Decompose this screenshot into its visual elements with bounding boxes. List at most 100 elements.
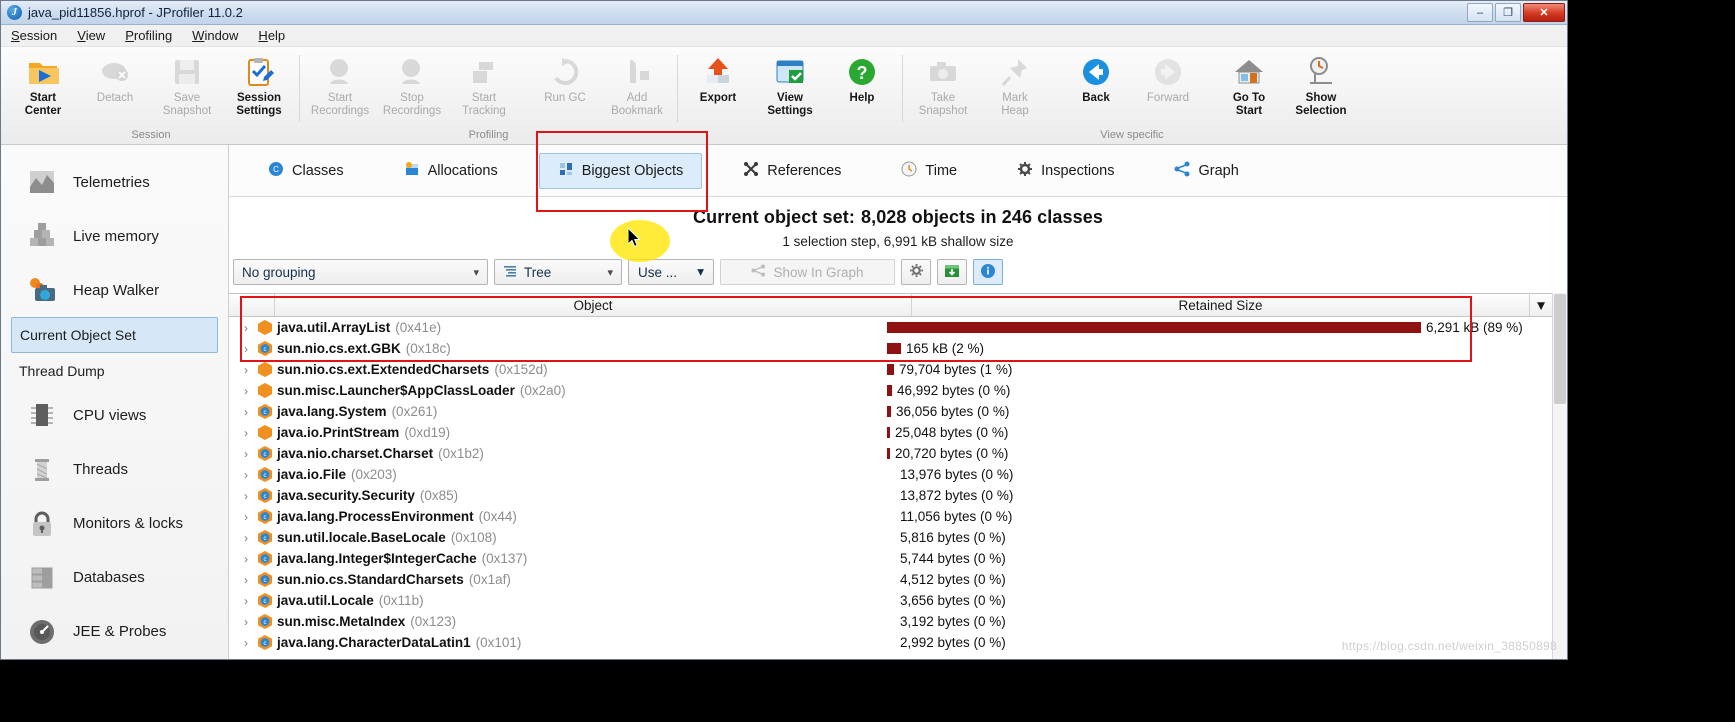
expand-twisty-icon[interactable]: › bbox=[239, 468, 253, 482]
table-row[interactable]: › c sun.nio.cs.StandardCharsets (0x1af) 4,5… bbox=[229, 569, 1552, 590]
export-label: Export bbox=[699, 92, 737, 104]
table-row[interactable]: › c java.util.Locale (0x11b) 3,656 bytes (0… bbox=[229, 590, 1552, 611]
expand-twisty-icon[interactable]: › bbox=[239, 426, 253, 440]
object-id: (0x18c) bbox=[405, 341, 451, 356]
back-button[interactable]: Back bbox=[1060, 53, 1132, 105]
expand-twisty-icon[interactable]: › bbox=[239, 573, 253, 587]
sidebar-item-heap-walker[interactable]: Heap Walker bbox=[1, 263, 228, 317]
use-button[interactable]: Use ... ▾ bbox=[628, 259, 714, 285]
tab-graph[interactable]: Graph bbox=[1155, 153, 1257, 189]
table-cell-object: › c java.lang.Integer$IntegerCache (0x137) bbox=[229, 551, 887, 566]
table-row[interactable]: › c java.security.Security (0x85) 13,872 by… bbox=[229, 485, 1552, 506]
menu-window[interactable]: Window bbox=[192, 28, 238, 43]
vertical-scrollbar[interactable] bbox=[1552, 293, 1567, 659]
tab-inspections[interactable]: Inspections bbox=[998, 153, 1133, 189]
close-button[interactable]: ✕ bbox=[1523, 3, 1565, 22]
table-row[interactable]: › sun.misc.Launcher$AppClassLoader (0x2a0… bbox=[229, 380, 1552, 401]
instance-icon bbox=[258, 362, 272, 377]
sidebar-item-databases[interactable]: Databases bbox=[1, 551, 228, 605]
expand-twisty-icon[interactable]: › bbox=[239, 384, 253, 398]
view-settings-button[interactable]: View Settings bbox=[754, 53, 826, 117]
retained-size-text: 5,816 bytes (0 %) bbox=[900, 530, 1006, 545]
expand-twisty-icon[interactable]: › bbox=[239, 405, 253, 419]
retained-size-text: 3,192 bytes (0 %) bbox=[900, 614, 1006, 629]
expand-twisty-icon[interactable]: › bbox=[239, 447, 253, 461]
class-icon: c bbox=[258, 488, 272, 503]
expand-twisty-icon[interactable]: › bbox=[239, 636, 253, 650]
sidebar-item-current-object-set[interactable]: Current Object Set bbox=[11, 317, 218, 353]
table-header-object[interactable]: Object bbox=[275, 294, 912, 316]
view-mode-select[interactable]: Tree ▾ bbox=[494, 259, 622, 285]
maximize-button[interactable]: ❐ bbox=[1495, 3, 1521, 22]
scrollbar-thumb[interactable] bbox=[1554, 294, 1566, 404]
object-id: (0x123) bbox=[410, 614, 457, 629]
sidebar-item-cpu-views[interactable]: CPU views bbox=[1, 388, 228, 442]
object-name: java.nio.charset.Charset bbox=[277, 446, 434, 461]
object-id: (0x203) bbox=[351, 467, 397, 482]
instance-icon bbox=[258, 320, 272, 335]
show-selection-button[interactable]: Show Selection bbox=[1285, 53, 1357, 117]
info-button[interactable] bbox=[973, 259, 1003, 285]
menu-profiling[interactable]: Profiling bbox=[125, 28, 172, 43]
start-center-button[interactable]: Start Center bbox=[7, 53, 79, 117]
table-row[interactable]: › c java.io.File (0x203) 13,976 bytes (0 %) bbox=[229, 464, 1552, 485]
settings-button[interactable] bbox=[901, 259, 931, 285]
toolbar-group-view-specific-label: View specific bbox=[1100, 129, 1164, 141]
table-row[interactable]: › c sun.util.locale.BaseLocale (0x108) 5,81… bbox=[229, 527, 1552, 548]
session-settings-button[interactable]: Session Settings bbox=[223, 53, 295, 117]
sidebar-label-threads: Threads bbox=[73, 461, 129, 479]
sidebar-item-monitors-locks[interactable]: Monitors & locks bbox=[1, 497, 228, 551]
expand-twisty-icon[interactable]: › bbox=[239, 363, 253, 377]
go-to-start-button[interactable]: Go To Start bbox=[1213, 53, 1285, 117]
help-button[interactable]: ? Help bbox=[826, 53, 898, 105]
table-row[interactable]: › c java.nio.charset.Charset (0x1b2) 20,720… bbox=[229, 443, 1552, 464]
sidebar-item-live-memory[interactable]: Live memory bbox=[1, 209, 228, 263]
retained-size-bar bbox=[887, 343, 901, 354]
go-to-start-label: Go To Start bbox=[1232, 92, 1266, 117]
expand-twisty-icon[interactable]: › bbox=[239, 615, 253, 629]
table-row[interactable]: › c java.lang.Integer$IntegerCache (0x137)… bbox=[229, 548, 1552, 569]
table-row[interactable]: › c sun.misc.MetaIndex (0x123) 3,192 bytes … bbox=[229, 611, 1552, 632]
table-row[interactable]: › sun.nio.cs.ext.ExtendedCharsets (0x152d… bbox=[229, 359, 1552, 380]
table-row[interactable]: › c java.lang.System (0x261) 36,056 bytes (… bbox=[229, 401, 1552, 422]
retained-size-text: 4,512 bytes (0 %) bbox=[900, 572, 1006, 587]
expand-twisty-icon[interactable]: › bbox=[239, 321, 253, 335]
tab-references[interactable]: References bbox=[724, 153, 860, 189]
menu-view[interactable]: View bbox=[77, 28, 105, 43]
view-settings-icon bbox=[773, 55, 807, 89]
table-cell-object: › c java.util.Locale (0x11b) bbox=[229, 593, 887, 608]
table-row[interactable]: › c sun.nio.cs.ext.GBK (0x18c) 165 kB (2 %) bbox=[229, 338, 1552, 359]
tab-classes[interactable]: C Classes bbox=[249, 153, 363, 189]
grouping-select[interactable]: No grouping ▾ bbox=[233, 259, 488, 285]
menu-help[interactable]: Help bbox=[258, 28, 285, 43]
table-sort-indicator[interactable]: ▼ bbox=[1530, 294, 1552, 316]
export-button[interactable]: Export bbox=[682, 53, 754, 105]
time-icon bbox=[901, 161, 917, 181]
menu-session[interactable]: Session bbox=[11, 28, 57, 43]
sidebar-item-jee-probes[interactable]: JEE & Probes bbox=[1, 605, 228, 659]
sidebar-item-threads[interactable]: Threads bbox=[1, 442, 228, 496]
object-id: (0x85) bbox=[419, 488, 459, 503]
tab-time[interactable]: Time bbox=[882, 153, 976, 189]
table-cell-object: › c sun.misc.MetaIndex (0x123) bbox=[229, 614, 887, 629]
svg-text:?: ? bbox=[857, 63, 868, 83]
expand-twisty-icon[interactable]: › bbox=[239, 489, 253, 503]
table-row[interactable]: › c java.lang.ProcessEnvironment (0x44) 11,… bbox=[229, 506, 1552, 527]
tab-allocations[interactable]: Allocations bbox=[385, 153, 517, 189]
tab-biggest-objects[interactable]: Biggest Objects bbox=[538, 152, 703, 189]
table-row[interactable]: › java.util.ArrayList (0x41e) 6,291 kB (89… bbox=[229, 317, 1552, 338]
detach-icon bbox=[98, 55, 132, 89]
minimize-button[interactable]: – bbox=[1467, 3, 1493, 22]
expand-twisty-icon[interactable]: › bbox=[239, 594, 253, 608]
export-table-button[interactable] bbox=[937, 259, 967, 285]
expand-twisty-icon[interactable]: › bbox=[239, 531, 253, 545]
expand-twisty-icon[interactable]: › bbox=[239, 552, 253, 566]
table-row[interactable]: › java.io.PrintStream (0xd19) 25,048 bytes… bbox=[229, 422, 1552, 443]
expand-twisty-icon[interactable]: › bbox=[239, 510, 253, 524]
sidebar-item-telemetries[interactable]: Telemetries bbox=[1, 155, 228, 209]
svg-text:C: C bbox=[273, 165, 279, 174]
mark-heap-button: Mark Heap bbox=[979, 53, 1051, 117]
table-header-retained-size[interactable]: Retained Size bbox=[912, 294, 1530, 316]
expand-twisty-icon[interactable]: › bbox=[239, 342, 253, 356]
sidebar-item-thread-dump[interactable]: Thread Dump bbox=[11, 353, 218, 388]
